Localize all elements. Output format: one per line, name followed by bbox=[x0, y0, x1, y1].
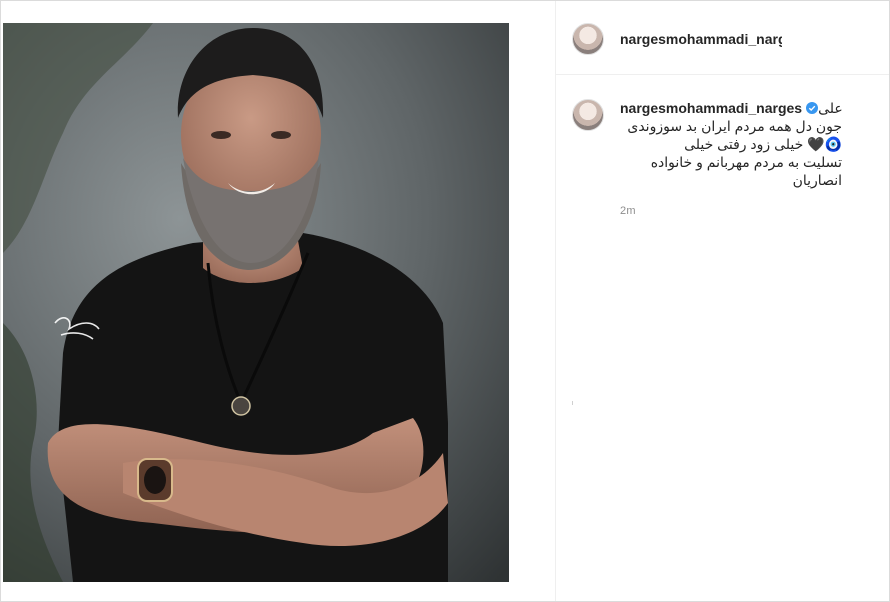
post-header: nargesmohammadi_narge bbox=[556, 1, 889, 75]
verified-badge-icon bbox=[806, 102, 819, 114]
header-username[interactable]: nargesmohammadi_narge bbox=[620, 31, 782, 47]
header-avatar[interactable] bbox=[572, 23, 604, 55]
caption-username-wrap[interactable]: nargesmohammadi_narges bbox=[620, 99, 819, 117]
post-dialog: nargesmohammadi_narge nargesmohammadi_na… bbox=[0, 0, 890, 602]
caption-text: nargesmohammadi_narges علی جون دل همه مر… bbox=[620, 99, 843, 189]
caption-username[interactable]: nargesmohammadi_narges bbox=[620, 99, 802, 117]
caption-comment: nargesmohammadi_narges علی جون دل همه مر… bbox=[556, 75, 889, 275]
scroll-indicator bbox=[572, 401, 573, 405]
post-photo[interactable] bbox=[3, 23, 509, 582]
caption-line-2: 🧿🖤 خیلی زود رفتی خیلی bbox=[684, 136, 842, 152]
caption-line-3: تسلیت به مردم مهربانم و خانواده bbox=[650, 154, 842, 170]
comment-timestamp[interactable]: 2m bbox=[620, 205, 636, 217]
portrait-image bbox=[3, 23, 509, 582]
caption-line-1: جون دل همه مردم ایران بد سوزوندی bbox=[627, 118, 842, 134]
caption-line-4: انصاریان bbox=[792, 172, 842, 188]
caption-first-word: علی bbox=[818, 100, 843, 116]
caption-avatar[interactable] bbox=[572, 99, 604, 131]
